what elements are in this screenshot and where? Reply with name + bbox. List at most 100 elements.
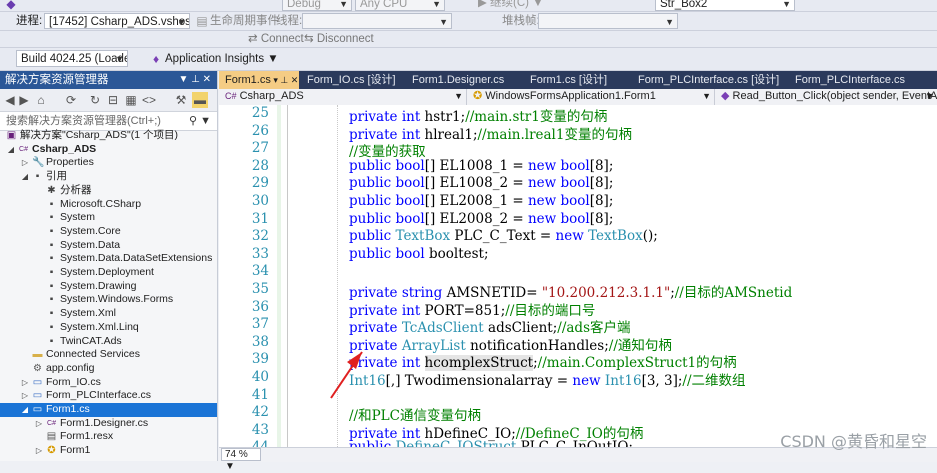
code-editor[interactable]: 2526272829303132333435363738394041424344… <box>219 105 937 447</box>
expander-icon[interactable]: ▷ <box>34 444 44 458</box>
code-line[interactable]: public DefineC_IOStruct PLC_C_InOutIO; <box>349 439 633 447</box>
tree-item[interactable]: ▪ System.Windows.Forms <box>0 293 217 307</box>
preview-icon[interactable]: ▬ <box>192 92 208 108</box>
tree-item[interactable]: ▬ Connected Services <box>0 348 217 362</box>
sync-icon[interactable]: ⟳ <box>64 92 78 108</box>
indent-guide <box>337 105 339 447</box>
find-combo[interactable]: Str_Box2 ▼ <box>655 0 795 11</box>
tree-item[interactable]: ◢ ▪ 引用 <box>0 170 217 184</box>
code-line[interactable]: public bool[] EL1008_1 = new bool[8]; <box>349 158 613 174</box>
tree-item[interactable]: ▷ ✪ Form1 <box>0 444 217 458</box>
lifecycle-events-button[interactable]: 生命周期事件 <box>210 12 279 31</box>
process-combo[interactable]: [17452] Csharp_ADS.vshost.exe▼ <box>44 13 190 29</box>
code-line[interactable]: public TextBox PLC_C_Text = new TextBox(… <box>349 228 658 244</box>
reference-icon: ▪ <box>49 335 54 347</box>
search-icon: ⚲ ▼ <box>189 115 211 127</box>
tree-item-label: System.Windows.Forms <box>60 293 174 306</box>
pin-icon[interactable]: ▼ ⊥ ✕ <box>178 71 211 89</box>
code-line[interactable]: public bool[] EL1008_2 = new bool[8]; <box>349 175 613 191</box>
view-code-icon[interactable]: <> <box>142 92 156 108</box>
tree-item[interactable]: ▷ ▭ Form_PLCInterface.cs <box>0 389 217 403</box>
line-number: 32 <box>251 228 269 245</box>
tab-close-icon[interactable]: ▾ ⊥ ✕ <box>271 75 298 85</box>
platform-combo[interactable]: Any CPU ▼ <box>355 0 445 11</box>
vs-icon[interactable]: ◆ <box>4 0 18 12</box>
tree-item[interactable]: ▪ System.Xml.Linq <box>0 321 217 335</box>
tree-item-label: Form1.cs <box>46 403 90 415</box>
editor-tab[interactable]: Form_PLCInterface.cs <box>789 71 937 89</box>
tree-item[interactable]: ▪ TwinCAT.Ads <box>0 335 217 349</box>
tree-item[interactable]: ▪ System.Drawing <box>0 280 217 294</box>
tree-item[interactable]: ◢ ▭ Form1.cs <box>0 403 217 417</box>
code-line[interactable]: public bool[] EL2008_2 = new bool[8]; <box>349 211 613 227</box>
expander-icon[interactable]: ◢ <box>6 143 16 157</box>
tree-item-label: 解决方案"Csharp_ADS"(1 个项目) <box>20 129 178 141</box>
tree-item[interactable]: ▷ C# Form1.Designer.cs <box>0 417 217 431</box>
tree-item[interactable]: ✱ 分析器 <box>0 184 217 198</box>
stackframe-combo[interactable]: ▼ <box>538 13 678 29</box>
expander-icon[interactable]: ▷ <box>20 376 30 390</box>
editor-tab-label: Form_PLCInterface.cs [设计] <box>638 74 780 86</box>
tree-item[interactable]: ▪ System <box>0 211 217 225</box>
member-nav-combo[interactable]: ◆ Read_Button_Click(object sender, Event… <box>717 89 937 105</box>
process-label: 进程: <box>16 15 43 27</box>
code-line[interactable]: Int16[,] Twodimensionalarray = new Int16… <box>349 369 746 389</box>
line-number: 37 <box>251 316 269 333</box>
csharp-project-icon: C# <box>19 145 28 153</box>
thread-combo[interactable]: ▼ <box>302 13 452 29</box>
line-number: 44 <box>219 439 269 447</box>
zoom-combo[interactable]: 74 % ▼ <box>221 448 261 472</box>
expander-icon[interactable]: ◢ <box>20 170 30 184</box>
standard-toolbar: ◆ Debug ▼ Any CPU ▼ ▶ 继续(C) ▼ Str_Box2 ▼ <box>0 0 937 12</box>
refresh-icon[interactable]: ↻ <box>88 92 102 108</box>
tree-item[interactable]: ▪ System.Deployment <box>0 266 217 280</box>
tree-item[interactable]: ◢ C# Csharp_ADS <box>0 143 217 157</box>
line-number: 29 <box>251 175 269 192</box>
connect-button[interactable]: ⇄ Connect <box>248 30 304 49</box>
properties-icon[interactable]: ⚒ <box>174 92 188 108</box>
tree-item[interactable]: ▷ 🔧 Properties <box>0 156 217 170</box>
project-nav-combo[interactable]: C# Csharp_ADS ▼ <box>221 89 467 105</box>
tree-item[interactable]: ▣ 解决方案"Csharp_ADS"(1 个项目) <box>0 129 217 143</box>
tree-item[interactable]: ▪ System.Data.DataSetExtensions <box>0 252 217 266</box>
line-number: 38 <box>251 333 269 350</box>
class-nav-combo[interactable]: ✪ WindowsFormsApplication1.Form1 ▼ <box>469 89 715 105</box>
editor-tab[interactable]: Form_PLCInterface.cs [设计] <box>632 71 787 89</box>
editor-tab[interactable]: Form1.Designer.cs <box>406 71 522 89</box>
csharp-file-icon: C# <box>47 419 56 427</box>
tree-item[interactable]: ▪ System.Core <box>0 225 217 239</box>
code-line[interactable]: public bool[] EL2008_1 = new bool[8]; <box>349 193 613 209</box>
editor-tab[interactable]: Form_IO.cs [设计] <box>301 71 405 89</box>
build-combo[interactable]: Build 4024.25 (Loaded)▼ <box>16 50 128 67</box>
lifecycle-icon[interactable]: ▤ <box>196 13 208 29</box>
collapse-icon[interactable]: ⊟ <box>106 92 120 108</box>
show-files-icon[interactable]: ▦ <box>124 92 138 108</box>
tree-item[interactable]: ▤ Form1.resx <box>0 430 217 444</box>
tree-item[interactable]: ▪ System.Xml <box>0 307 217 321</box>
app-insights-button[interactable]: Application Insights ▼ <box>165 50 279 69</box>
tree-item-label: 引用 <box>46 170 67 183</box>
expander-icon[interactable]: ◢ <box>20 403 30 417</box>
expander-icon[interactable]: ▷ <box>34 417 44 431</box>
back-icon[interactable]: ◀ <box>4 92 16 108</box>
editor-tab[interactable]: Form1.cs [设计] <box>524 71 630 89</box>
debug-location-toolbar: 进程: [17452] Csharp_ADS.vshost.exe▼ ▤ 生命周… <box>0 12 937 31</box>
tree-item[interactable]: ▪ System.Data <box>0 239 217 253</box>
reference-icon: ▪ <box>49 212 54 224</box>
tree-item[interactable]: ⚙ app.config <box>0 362 217 376</box>
editor-tab[interactable]: Form1.cs ▾ ⊥ ✕ <box>219 71 299 89</box>
tree-item[interactable]: ▷ ▭ Form_IO.cs <box>0 376 217 390</box>
tree-item-label: Form1.resx <box>60 430 114 443</box>
debug-config-combo[interactable]: Debug ▼ <box>282 0 352 11</box>
forward-icon[interactable]: ▶ <box>18 92 30 108</box>
references-icon: ▪ <box>35 171 40 183</box>
code-line[interactable]: public bool booltest; <box>349 246 489 262</box>
tree-item-label: Csharp_ADS <box>32 142 97 155</box>
expander-icon[interactable]: ▷ <box>20 389 30 403</box>
disconnect-button[interactable]: ⇆ Disconnect <box>304 30 374 49</box>
home-icon[interactable]: ⌂ <box>34 92 48 108</box>
tree-item[interactable]: ▪ Microsoft.CSharp <box>0 198 217 212</box>
expander-icon[interactable]: ▷ <box>20 156 30 170</box>
build-toolbar: Build 4024.25 (Loaded)▼ ♦ Application In… <box>0 48 937 71</box>
editor-tab-strip: Form1.cs ▾ ⊥ ✕ Form_IO.cs [设计] Form1.Desig… <box>219 71 937 89</box>
